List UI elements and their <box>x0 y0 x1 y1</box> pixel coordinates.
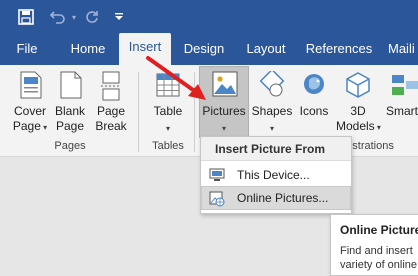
group-label-pages: Pages <box>54 140 86 152</box>
online-pictures-label: Online Pictures... <box>237 191 329 205</box>
this-device-icon <box>209 168 225 181</box>
shapes-button[interactable]: Shapes ▾ <box>251 67 293 139</box>
online-pictures-tooltip: Online Picture Find and insert variety o… <box>330 214 418 276</box>
pictures-label: Pictures <box>202 104 246 118</box>
blank-page-label-line1: Blank <box>54 104 86 118</box>
page-break-button[interactable]: Page Break <box>92 67 130 139</box>
blank-page-icon <box>60 71 82 99</box>
cover-page-label-line1: Cover <box>13 104 46 118</box>
online-pictures-icon <box>209 191 225 207</box>
smartart-icon <box>392 75 418 95</box>
this-device-label: This Device... <box>237 168 310 182</box>
save-icon[interactable] <box>16 8 36 26</box>
insert-picture-dropdown: Insert Picture From This Device... Onlin… <box>200 136 352 214</box>
cover-page-icon <box>20 71 42 99</box>
page-break-label-line2: Break <box>95 119 127 133</box>
tab-references[interactable]: References <box>304 35 374 63</box>
table-label: Table <box>153 104 183 118</box>
pictures-icon <box>212 71 238 97</box>
chevron-down-icon: ▾ <box>165 124 170 133</box>
tab-file[interactable]: File <box>6 35 48 63</box>
customize-toolbar-icon[interactable] <box>112 8 126 26</box>
page-break-icon <box>101 71 121 101</box>
tab-home[interactable]: Home <box>60 35 116 63</box>
undo-dropdown-icon[interactable]: ▾ <box>68 8 80 26</box>
blank-page-button[interactable]: Blank Page <box>52 67 88 139</box>
group-separator <box>138 72 139 152</box>
dropdown-header: Insert Picture From <box>201 137 351 161</box>
chevron-down-icon: ▾ <box>40 123 48 132</box>
tooltip-title: Online Picture <box>340 223 418 237</box>
shapes-icon <box>259 71 285 97</box>
smartart-label: Smart <box>386 104 418 118</box>
this-device-item[interactable]: This Device... <box>201 163 351 187</box>
3d-models-label-line2: Models <box>336 119 375 133</box>
icons-label: Icons <box>299 104 329 118</box>
chevron-down-icon: ▾ <box>221 124 226 133</box>
tab-layout[interactable]: Layout <box>240 35 292 63</box>
3d-models-label-line1: 3D <box>350 104 366 118</box>
3d-model-icon <box>346 72 370 98</box>
chevron-down-icon: ▾ <box>269 124 274 133</box>
blank-page-label-line2: Page <box>55 119 85 133</box>
online-pictures-item[interactable]: Online Pictures... <box>201 186 351 210</box>
icons-icon <box>304 74 324 94</box>
red-arrow-icon <box>146 56 206 100</box>
chevron-down-icon: ▾ <box>374 123 381 132</box>
cover-page-button[interactable]: Cover Page ▾ <box>10 67 50 139</box>
cover-page-label-line2: Page <box>12 119 41 133</box>
group-label-tables: Tables <box>152 140 184 152</box>
tab-mailings[interactable]: Maili <box>388 35 418 63</box>
redo-icon[interactable] <box>84 8 100 26</box>
undo-icon[interactable] <box>48 8 68 26</box>
smartart-button[interactable]: Smart <box>384 67 418 139</box>
tooltip-body: Find and insert variety of online <box>340 245 418 271</box>
3d-models-button[interactable]: 3D Models ▾ <box>336 67 381 139</box>
page-break-label-line1: Page <box>96 104 126 118</box>
icons-button[interactable]: Icons <box>294 67 334 139</box>
shapes-label: Shapes <box>251 104 293 118</box>
